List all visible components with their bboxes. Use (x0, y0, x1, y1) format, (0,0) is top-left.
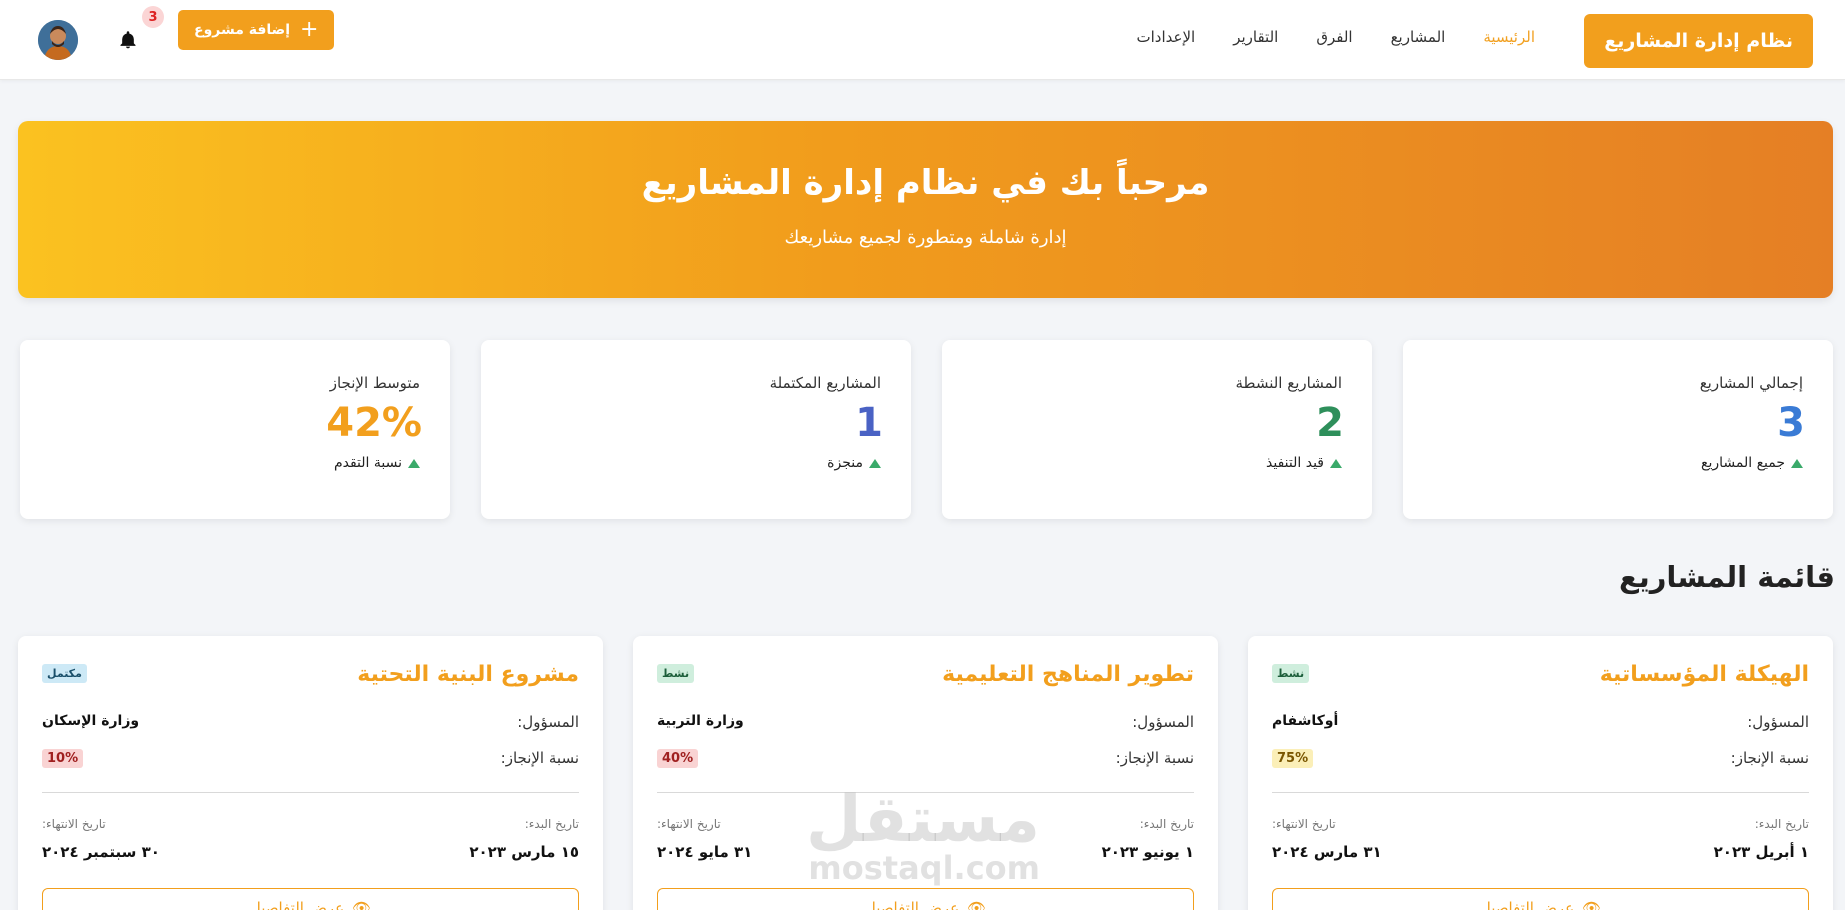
start-date-value: ١ يونيو ٢٠٢٣ (1101, 843, 1194, 861)
stat-card-total: إجمالي المشاريع 3 جميع المشاريع (1403, 340, 1833, 519)
stat-footnote: منجزة (827, 455, 881, 471)
owner-label: المسؤول: (517, 713, 579, 731)
project-title[interactable]: الهيكلة المؤسساتية (1600, 662, 1809, 687)
owner-label: المسؤول: (1747, 713, 1809, 731)
watermark-arabic: مستقل (805, 783, 1040, 857)
bell-icon[interactable] (118, 30, 138, 50)
owner-value: وزارة الإسكان (42, 713, 140, 729)
welcome-title: مرحباً بك في نظام إدارة المشاريع (641, 163, 1210, 203)
welcome-banner: مرحباً بك في نظام إدارة المشاريع إدارة ش… (18, 121, 1833, 298)
status-badge: نشط (1272, 664, 1310, 683)
project-card: الهيكلة المؤسساتية نشط المسؤول: أوكاشفام… (1248, 636, 1833, 910)
end-date-value: ٣١ مارس ٢٠٢٤ (1272, 843, 1382, 861)
start-date-label: تاريخ البدء: (1754, 817, 1809, 831)
stat-label: إجمالي المشاريع (1699, 374, 1803, 392)
end-date-label: تاريخ الانتهاء: (657, 817, 721, 831)
divider (1272, 792, 1809, 793)
stat-label: متوسط الإنجاز (329, 374, 420, 392)
trend-up-icon (1791, 458, 1803, 468)
stat-label: المشاريع النشطة (1235, 374, 1342, 392)
stat-foot-text: نسبة التقدم (333, 455, 402, 471)
start-date-value: ١٥ مارس ٢٠٢٣ (469, 843, 579, 861)
status-badge: نشط (657, 664, 695, 683)
stat-foot-text: جميع المشاريع (1701, 455, 1785, 471)
nav-links: الرئيسية المشاريع الفرق التقارير الإعداد… (1137, 28, 1536, 46)
nav-link-reports[interactable]: التقارير (1233, 28, 1278, 46)
progress-badge: 40% (657, 749, 699, 768)
plus-icon: + (300, 17, 319, 42)
view-details-label: عرض التفاصيل (1479, 899, 1575, 910)
nav-link-settings[interactable]: الإعدادات (1137, 28, 1196, 46)
watermark-latin: mostaql.com (808, 849, 1040, 887)
stat-value: 2 (1316, 400, 1344, 446)
stat-card-completed: المشاريع المكتملة 1 منجزة (481, 340, 911, 519)
stat-value: 1 (855, 400, 883, 446)
progress-badge: 75% (1272, 749, 1314, 768)
stat-foot-text: منجزة (827, 455, 863, 471)
stat-card-average: متوسط الإنجاز 42% نسبة التقدم (20, 340, 450, 519)
eye-icon: 👁 (967, 899, 987, 910)
start-date-label: تاريخ البدء: (524, 817, 579, 831)
progress-label: نسبة الإنجاز: (1115, 749, 1194, 767)
end-date-value: ٣٠ سبتمبر ٢٠٢٤ (42, 843, 160, 861)
start-date-label: تاريخ البدء: (1139, 817, 1194, 831)
stat-footnote: جميع المشاريع (1701, 455, 1803, 471)
welcome-subtitle: إدارة شاملة ومتطورة لجميع مشاريعك (784, 227, 1067, 248)
project-title[interactable]: مشروع البنية التحتية (357, 662, 579, 687)
project-card: مشروع البنية التحتية مكتمل المسؤول: وزار… (18, 636, 603, 910)
nav-link-projects[interactable]: المشاريع (1391, 28, 1446, 46)
progress-label: نسبة الإنجاز: (1730, 749, 1809, 767)
stat-card-active: المشاريع النشطة 2 قيد التنفيذ (942, 340, 1372, 519)
view-details-label: عرض التفاصيل (864, 899, 960, 910)
nav-link-teams[interactable]: الفرق (1316, 28, 1352, 46)
notification-count-badge: 3 (142, 6, 164, 28)
owner-value: أوكاشفام (1272, 713, 1339, 729)
stat-foot-text: قيد التنفيذ (1266, 455, 1324, 471)
view-details-button[interactable]: 👁 عرض التفاصيل (1272, 888, 1809, 910)
view-details-button[interactable]: 👁 عرض التفاصيل (657, 888, 1194, 910)
top-navbar: نظام إدارة المشاريع الرئيسية المشاريع ال… (0, 0, 1845, 80)
end-date-label: تاريخ الانتهاء: (1272, 817, 1336, 831)
watermark: مستقل mostaql.com (805, 783, 1040, 887)
stat-label: المشاريع المكتملة (769, 374, 881, 392)
add-project-button[interactable]: + إضافة مشروع (178, 10, 335, 50)
owner-value: وزارة التربية (657, 713, 744, 729)
divider (42, 792, 579, 793)
end-date-label: تاريخ الانتهاء: (42, 817, 106, 831)
view-details-button[interactable]: 👁 عرض التفاصيل (42, 888, 579, 910)
progress-badge: 10% (42, 749, 84, 768)
stat-footnote: نسبة التقدم (334, 455, 420, 471)
progress-label: نسبة الإنجاز: (500, 749, 579, 767)
avatar[interactable] (38, 20, 78, 60)
start-date-value: ١ أبريل ٢٠٢٣ (1713, 843, 1809, 861)
owner-label: المسؤول: (1132, 713, 1194, 731)
eye-icon: 👁 (1582, 899, 1602, 910)
add-project-label: إضافة مشروع (194, 22, 291, 38)
brand-button[interactable]: نظام إدارة المشاريع (1584, 14, 1813, 68)
stat-footnote: قيد التنفيذ (1266, 455, 1342, 471)
trend-up-icon (869, 458, 881, 468)
eye-icon: 👁 (352, 899, 372, 910)
project-title[interactable]: تطوير المناهج التعليمية (942, 662, 1194, 687)
projects-section-title: قائمة المشاريع (1619, 560, 1835, 594)
nav-link-home[interactable]: الرئيسية (1483, 28, 1535, 46)
end-date-value: ٣١ مايو ٢٠٢٤ (657, 843, 753, 861)
status-badge: مكتمل (42, 664, 87, 683)
trend-up-icon (1330, 458, 1342, 468)
stat-value: 42% (326, 400, 422, 446)
stat-value: 3 (1777, 400, 1805, 446)
view-details-label: عرض التفاصيل (249, 899, 345, 910)
trend-up-icon (408, 458, 420, 468)
